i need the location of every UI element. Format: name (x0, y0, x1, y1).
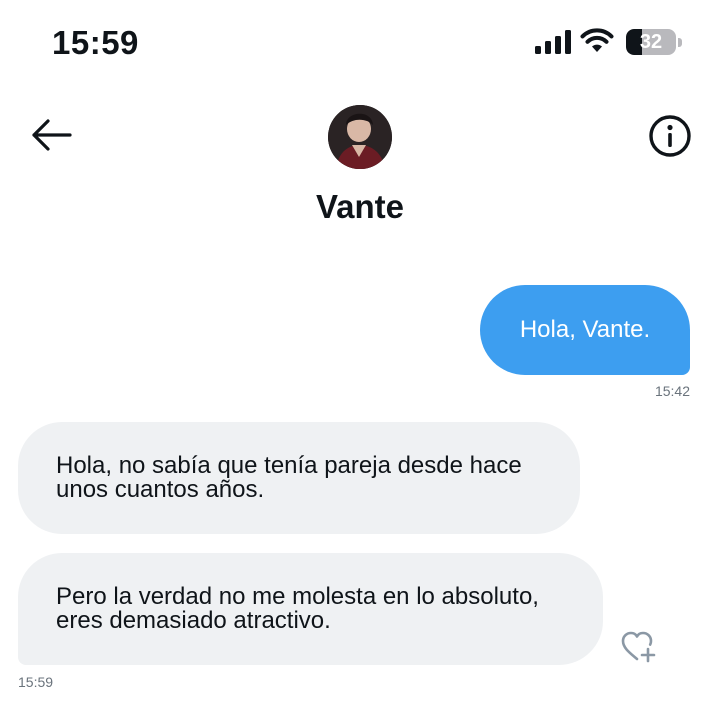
message-bubble-incoming[interactable]: Hola, no sabía que tenía pareja desde ha… (18, 422, 580, 534)
status-time: 15:59 (52, 24, 139, 61)
avatar[interactable] (328, 105, 392, 169)
heart-plus-icon (621, 631, 656, 663)
message-text: Hola, no sabía que tenía pareja desde ha… (56, 452, 522, 503)
back-button[interactable] (28, 112, 74, 158)
conversation-header: Vante (0, 90, 720, 240)
status-bar: 15:59 32 (0, 0, 720, 90)
battery-level: 32 (639, 31, 663, 53)
message-bubble-incoming[interactable]: Pero la verdad no me molesta en lo absol… (18, 553, 603, 665)
info-circle-icon (649, 115, 691, 157)
info-button[interactable] (646, 112, 694, 160)
avatar-image (328, 105, 392, 169)
arrow-left-icon (32, 119, 72, 151)
message-text: Hola, Vante. (519, 316, 651, 343)
battery-nub (678, 38, 682, 47)
wifi-icon (580, 28, 614, 52)
contact-name[interactable]: Vante (0, 188, 720, 226)
message-timestamp: 15:42 (654, 383, 690, 399)
cellular-signal-icon (535, 30, 571, 54)
battery-shell: 32 (626, 29, 676, 55)
message-timestamp: 15:59 (18, 674, 54, 690)
message-bubble-outgoing[interactable]: Hola, Vante. (480, 285, 690, 375)
add-reaction-button[interactable] (620, 630, 658, 664)
message-text: Pero la verdad no me molesta en lo absol… (56, 583, 539, 634)
battery-icon: 32 (626, 29, 682, 57)
